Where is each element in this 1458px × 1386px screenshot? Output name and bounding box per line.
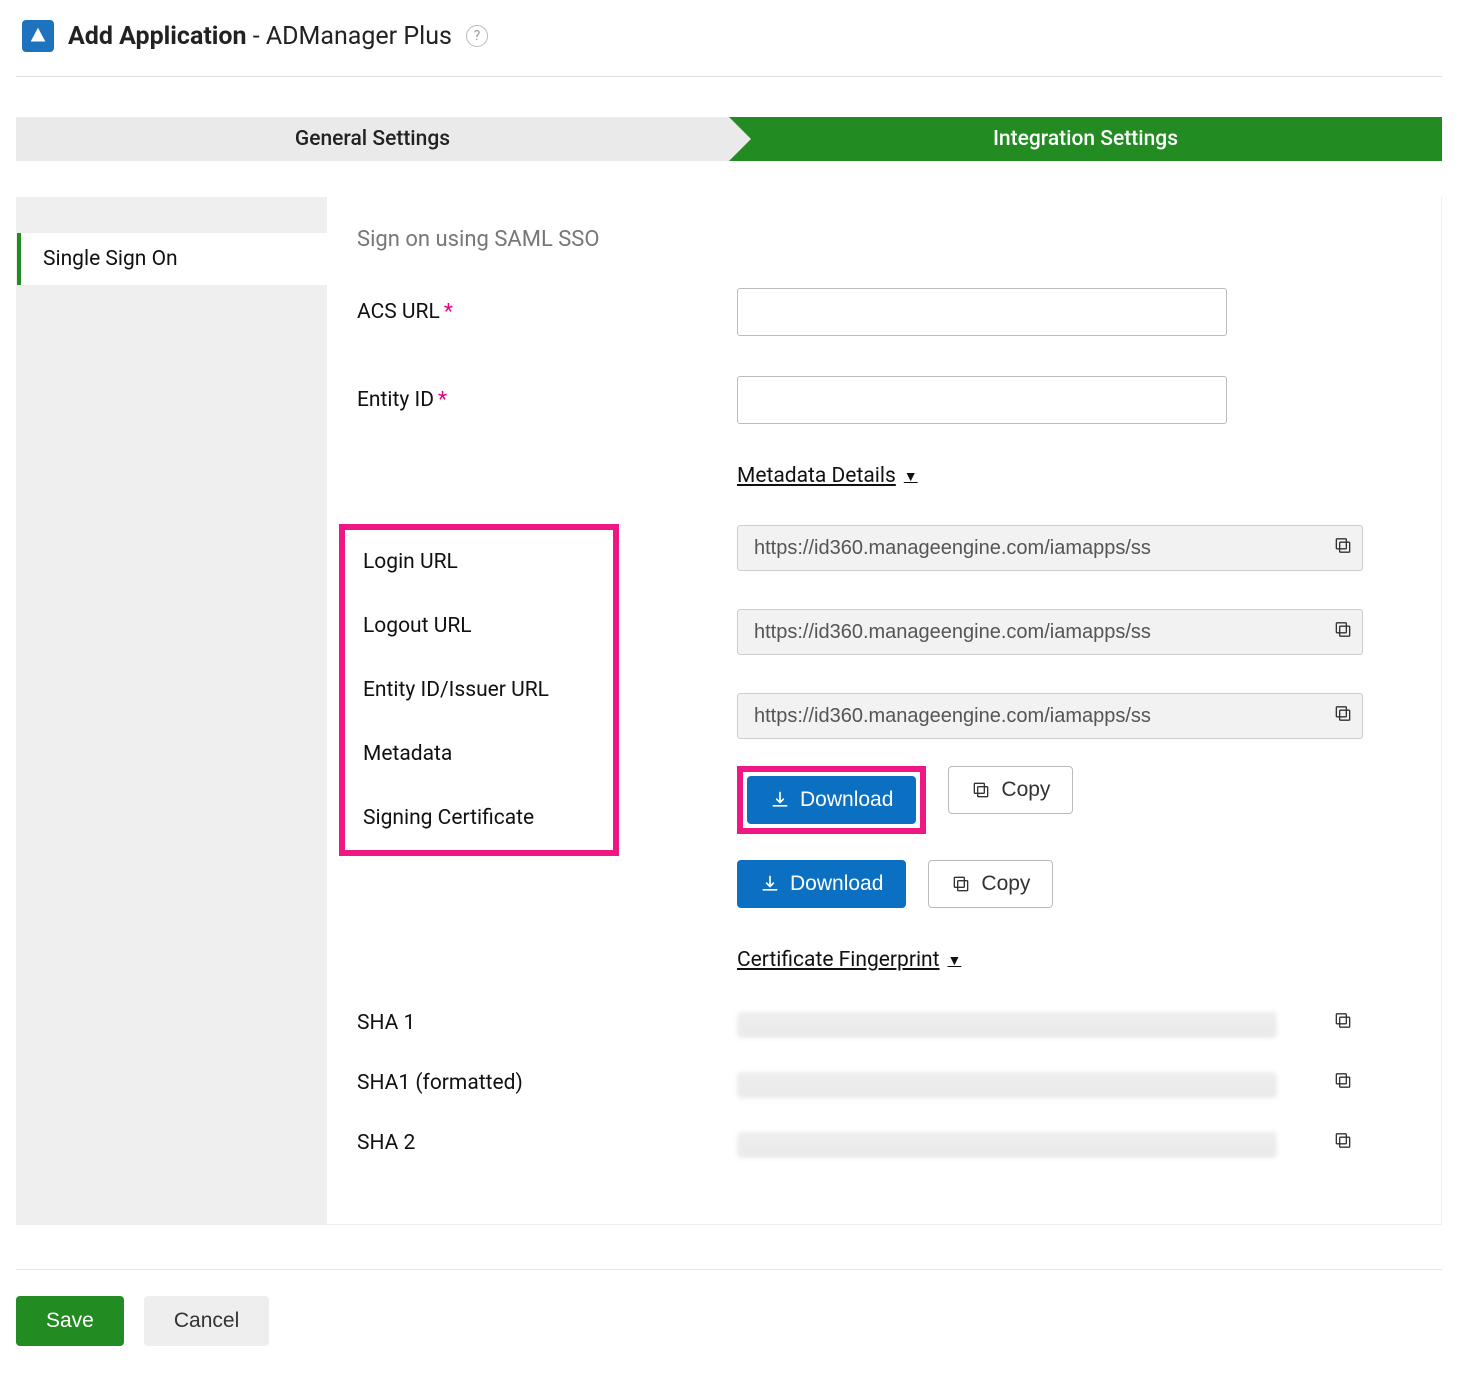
sha2-field[interactable] xyxy=(737,1128,1363,1158)
highlighted-labels-box: Login URL Logout URL Entity ID/Issuer UR… xyxy=(339,524,619,856)
content-area: Sign on using SAML SSO ACS URL* Entity I… xyxy=(327,197,1441,1224)
entity-id-label: Entity ID* xyxy=(357,388,737,412)
help-icon[interactable]: ? xyxy=(466,25,488,47)
entity-id-input[interactable] xyxy=(737,376,1227,424)
copy-icon[interactable] xyxy=(1333,620,1353,645)
copy-icon[interactable] xyxy=(1333,1071,1353,1096)
copy-icon[interactable] xyxy=(1333,1011,1353,1036)
sha2-label: SHA 2 xyxy=(357,1131,737,1155)
step-general-settings[interactable]: General Settings xyxy=(16,117,729,161)
sidebar-item-sso[interactable]: Single Sign On xyxy=(17,233,327,285)
cancel-button[interactable]: Cancel xyxy=(144,1296,269,1346)
section-title: Sign on using SAML SSO xyxy=(357,227,1411,252)
page-header: Add Application - ADManager Plus ? xyxy=(16,12,1442,77)
sha1-formatted-label: SHA1 (formatted) xyxy=(357,1071,737,1095)
copy-icon[interactable] xyxy=(1333,536,1353,561)
step-integration-settings[interactable]: Integration Settings xyxy=(729,117,1442,161)
login-url-label: Login URL xyxy=(363,542,613,594)
acs-url-input[interactable] xyxy=(737,288,1227,336)
save-button[interactable]: Save xyxy=(16,1296,124,1346)
stepper: General Settings Integration Settings xyxy=(16,117,1442,161)
action-bar: Save Cancel xyxy=(16,1269,1442,1386)
copy-icon[interactable] xyxy=(1333,704,1353,729)
logout-url-field[interactable] xyxy=(737,609,1363,655)
acs-url-label: ACS URL* xyxy=(357,300,737,324)
sidebar: Single Sign On xyxy=(17,197,327,1224)
metadata-copy-button[interactable]: Copy xyxy=(948,766,1073,814)
signing-cert-label: Signing Certificate xyxy=(363,786,613,838)
page-title: Add Application - ADManager Plus xyxy=(68,22,452,51)
sha1-label: SHA 1 xyxy=(357,1011,737,1035)
sha1-formatted-field[interactable] xyxy=(737,1068,1363,1098)
app-logo xyxy=(22,20,54,52)
highlighted-download-box: Download xyxy=(737,766,926,834)
issuer-url-field[interactable] xyxy=(737,693,1363,739)
cert-download-button[interactable]: Download xyxy=(737,860,906,908)
cert-copy-button[interactable]: Copy xyxy=(928,860,1053,908)
logout-url-label: Logout URL xyxy=(363,594,613,658)
copy-icon[interactable] xyxy=(1333,1131,1353,1156)
certificate-fingerprint-toggle[interactable]: Certificate Fingerprint ▼ xyxy=(737,948,961,972)
issuer-url-label: Entity ID/Issuer URL xyxy=(363,658,613,722)
metadata-download-button[interactable]: Download xyxy=(747,776,916,824)
metadata-details-toggle[interactable]: Metadata Details▼ xyxy=(737,464,918,488)
sha1-field[interactable] xyxy=(737,1008,1363,1038)
metadata-label: Metadata xyxy=(363,722,613,786)
login-url-field[interactable] xyxy=(737,525,1363,571)
